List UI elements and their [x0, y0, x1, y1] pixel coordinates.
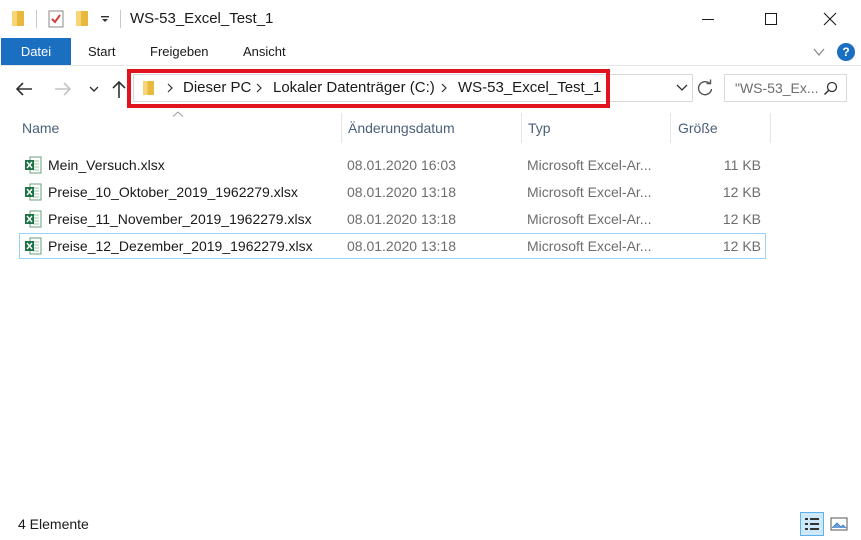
file-row[interactable]: Mein_Versuch.xlsx 08.01.2020 16:03 Micro… — [19, 152, 766, 178]
qat-dropdown-icon[interactable] — [100, 14, 110, 24]
column-divider[interactable] — [670, 113, 671, 143]
search-input[interactable]: "WS-53_Ex... — [724, 74, 847, 102]
file-name: Preise_12_Dezember_2019_1962279.xlsx — [48, 238, 313, 254]
up-arrow-icon[interactable] — [111, 79, 127, 99]
chevron-down-icon[interactable] — [812, 45, 826, 59]
file-row[interactable]: Preise_10_Oktober_2019_1962279.xlsx 08.0… — [19, 179, 766, 205]
new-folder-icon[interactable] — [76, 11, 88, 26]
file-size: 12 KB — [722, 238, 761, 254]
qat-separator — [36, 10, 37, 28]
excel-file-icon — [25, 210, 42, 228]
file-type: Microsoft Excel-Ar... — [527, 211, 652, 227]
file-date: 08.01.2020 16:03 — [347, 157, 456, 173]
file-row[interactable]: Preise_11_November_2019_1962279.xlsx 08.… — [19, 206, 766, 232]
file-name: Preise_10_Oktober_2019_1962279.xlsx — [48, 184, 298, 200]
file-size: 12 KB — [722, 184, 761, 200]
title-bar: WS-53_Excel_Test_1 — [0, 0, 861, 38]
file-type: Microsoft Excel-Ar... — [527, 157, 652, 173]
column-divider[interactable] — [770, 113, 771, 143]
excel-file-icon — [25, 183, 42, 201]
search-icon[interactable] — [823, 81, 838, 96]
column-divider[interactable] — [341, 113, 342, 143]
details-view-icon — [805, 518, 819, 530]
details-view-button[interactable] — [800, 512, 824, 536]
large-icons-view-icon[interactable] — [829, 514, 849, 534]
column-header-type[interactable]: Typ — [528, 120, 551, 148]
maximize-icon[interactable] — [746, 0, 796, 38]
tab-freigeben[interactable]: Freigeben — [150, 44, 209, 59]
back-arrow-icon[interactable] — [14, 80, 34, 98]
tab-start[interactable]: Start — [88, 44, 115, 59]
folder-icon[interactable] — [12, 11, 24, 26]
excel-file-icon — [25, 156, 42, 174]
file-row-selected[interactable]: Preise_12_Dezember_2019_1962279.xlsx 08.… — [19, 233, 766, 259]
column-divider[interactable] — [521, 113, 522, 143]
file-name: Preise_11_November_2019_1962279.xlsx — [48, 211, 312, 227]
chevron-down-icon[interactable] — [676, 82, 688, 92]
column-header-name[interactable]: Name — [22, 120, 59, 148]
excel-file-icon — [25, 237, 42, 255]
recent-locations-icon[interactable] — [88, 84, 100, 94]
tab-ansicht[interactable]: Ansicht — [243, 44, 286, 59]
file-type: Microsoft Excel-Ar... — [527, 184, 652, 200]
tab-datei[interactable]: Datei — [1, 38, 71, 65]
file-type: Microsoft Excel-Ar... — [527, 238, 652, 254]
help-icon[interactable]: ? — [837, 43, 855, 61]
qat-separator — [120, 10, 121, 28]
ribbon-tabs: Datei Start Freigeben Ansicht ? — [0, 38, 861, 66]
file-date: 08.01.2020 13:18 — [347, 184, 456, 200]
file-date: 08.01.2020 13:18 — [347, 238, 456, 254]
close-icon[interactable] — [806, 0, 856, 38]
forward-arrow-icon[interactable] — [53, 80, 73, 98]
address-highlight-box — [127, 69, 610, 108]
file-size: 12 KB — [722, 211, 761, 227]
item-count: 4 Elemente — [18, 516, 89, 532]
file-date: 08.01.2020 13:18 — [347, 211, 456, 227]
sort-ascending-icon — [172, 111, 184, 117]
column-header-size[interactable]: Größe — [678, 120, 718, 148]
file-size: 11 KB — [723, 157, 761, 173]
properties-icon[interactable] — [48, 10, 64, 28]
minimize-icon[interactable] — [688, 0, 738, 38]
search-placeholder: "WS-53_Ex... — [735, 80, 819, 96]
column-header-date[interactable]: Änderungsdatum — [348, 120, 455, 148]
window-title: WS-53_Excel_Test_1 — [130, 10, 274, 27]
refresh-icon[interactable] — [694, 77, 716, 99]
file-name: Mein_Versuch.xlsx — [48, 157, 165, 173]
